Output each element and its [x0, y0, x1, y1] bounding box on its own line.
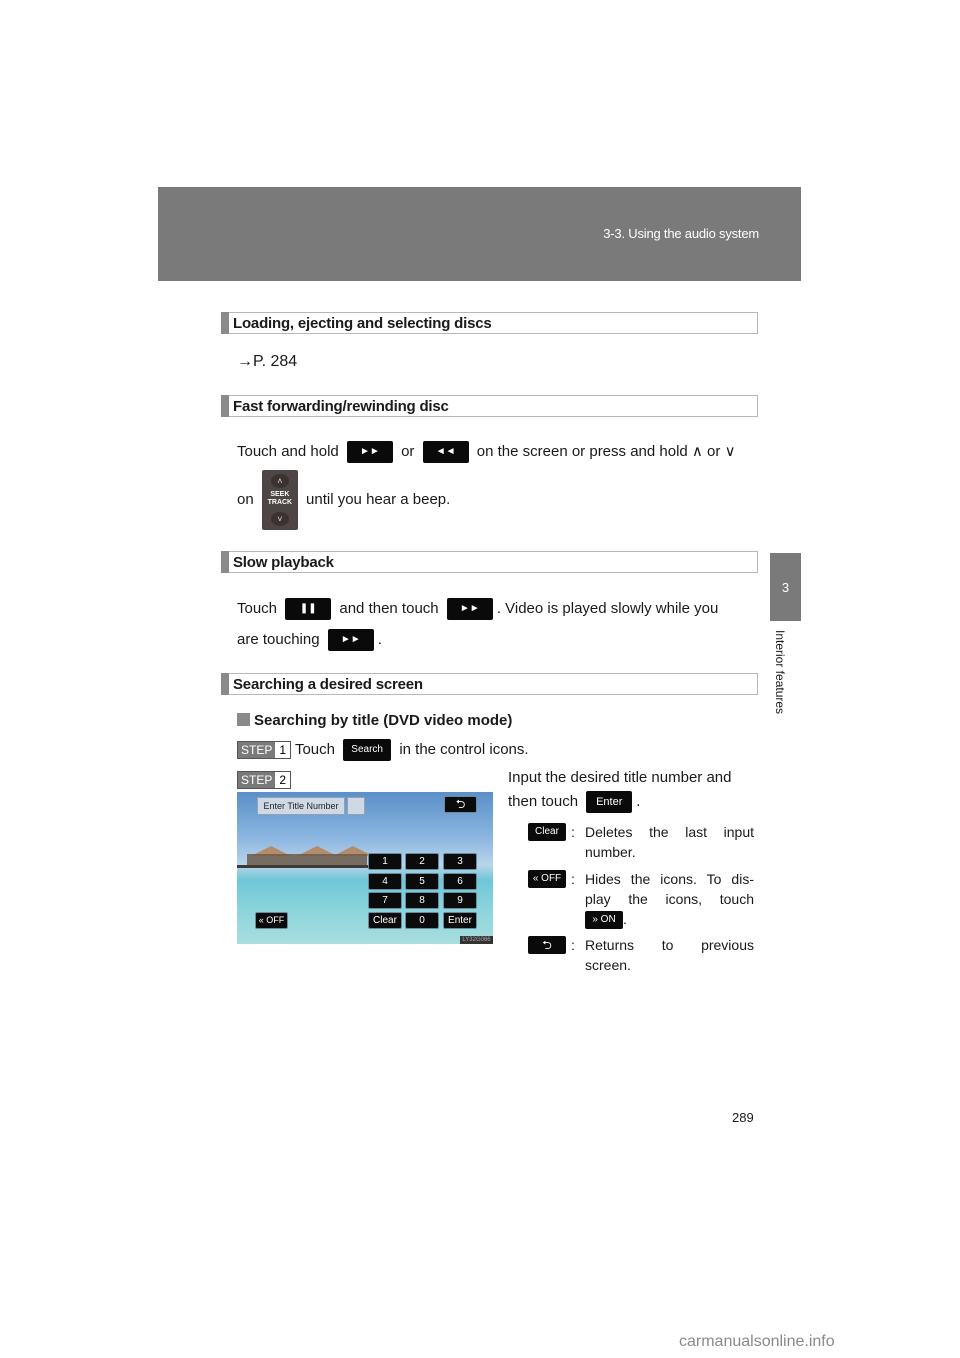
back-button-icon: ⮌	[528, 936, 566, 954]
section-heading-loading: Loading, ejecting and selecting discs	[221, 312, 758, 334]
text: on	[237, 491, 254, 508]
step2-instruction-line2: then touch Enter.	[508, 791, 640, 813]
text: Touch	[237, 599, 278, 617]
section-heading-slow-playback: Slow playback	[221, 551, 758, 573]
square-bullet-icon	[237, 713, 250, 726]
colon: :	[571, 824, 575, 840]
seek-up-icon: ˄	[270, 474, 289, 489]
title-number-input[interactable]	[347, 797, 365, 815]
key-2[interactable]: 2	[405, 853, 439, 870]
key-4[interactable]: 4	[368, 873, 402, 890]
text: are touching	[237, 630, 320, 648]
heading-bar	[221, 312, 229, 334]
legend-description: Deletes the last input number.	[585, 824, 754, 860]
fast-forward-button-icon: ►►	[446, 598, 493, 620]
step-label: STEP	[238, 772, 276, 789]
search-button-icon: Search	[343, 739, 392, 761]
on-button-icon: » ON	[585, 911, 623, 930]
enter-button-icon: Enter	[586, 791, 633, 813]
text: Touch and hold	[237, 442, 339, 460]
off-button[interactable]: « OFF	[255, 912, 288, 929]
clear-key[interactable]: Clear	[368, 912, 402, 929]
text: . Video is played slowly while you	[496, 599, 719, 617]
heading-text: Fast forwarding/rewinding disc	[233, 398, 449, 415]
legend-description: Hides the icons. To dis-play the icons, …	[585, 869, 754, 930]
step-badge: STEP 1	[237, 741, 292, 759]
key-9[interactable]: 9	[443, 892, 477, 909]
section-heading-fast-forward: Fast forwarding/rewinding disc	[221, 395, 758, 417]
key-1[interactable]: 1	[368, 853, 402, 870]
heading-bar	[221, 673, 229, 695]
key-7[interactable]: 7	[368, 892, 402, 909]
colon: :	[571, 937, 575, 953]
step1-line: STEP 1 Touch Search in the control icons.	[237, 739, 529, 761]
text: .	[623, 911, 627, 927]
subheading-search-by-title: Searching by title (DVD video mode)	[237, 712, 512, 729]
subheading-text: Searching by title (DVD video mode)	[254, 712, 513, 729]
text: or	[401, 442, 415, 460]
chapter-tab: 3	[770, 553, 801, 621]
heading-text: Slow playback	[233, 554, 334, 571]
step-number: 1	[275, 742, 291, 758]
key-8[interactable]: 8	[405, 892, 439, 909]
back-button[interactable]: ⮌	[444, 796, 477, 813]
heading-bar	[221, 395, 229, 417]
text: in the control icons.	[399, 740, 529, 758]
step-badge: STEP 2	[237, 771, 292, 790]
text: until you hear a beep.	[306, 491, 451, 508]
off-button-icon: « OFF	[528, 870, 566, 888]
text: .	[377, 630, 382, 648]
text: on the screen or press and hold ∧ or ∨	[476, 442, 736, 460]
seek-track-label: SEEK TRACK	[267, 491, 293, 507]
step-label: STEP	[238, 742, 276, 758]
key-0[interactable]: 0	[405, 912, 439, 929]
text: Hides the icons. To dis-play the icons, …	[585, 871, 754, 907]
colon: :	[571, 871, 575, 887]
heading-bar	[221, 551, 229, 573]
clear-button-icon: Clear	[528, 823, 566, 841]
fast-forward-button-icon: ►►	[327, 629, 374, 651]
ff-instruction-line2: on ˄ SEEK TRACK ˅ until you hear a beep.	[237, 470, 451, 531]
heading-text: Searching a desired screen	[233, 676, 423, 693]
key-3[interactable]: 3	[443, 853, 477, 870]
ff-instruction-line1: Touch and hold ►► or ◄◄ on the screen or…	[237, 441, 736, 463]
key-6[interactable]: 6	[443, 873, 477, 890]
page-reference-link[interactable]: →P. 284	[237, 352, 297, 372]
heading-text: Loading, ejecting and selecting discs	[233, 315, 492, 332]
chapter-label: Interior features	[773, 630, 787, 715]
text: and then touch	[339, 599, 439, 617]
key-5[interactable]: 5	[405, 873, 439, 890]
chapter-header-band: 3-3. Using the audio system	[158, 187, 801, 281]
text: then touch	[508, 792, 579, 810]
step-number: 2	[275, 772, 291, 789]
fast-forward-button-icon: ►►	[346, 441, 393, 463]
seek-down-icon: ˅	[270, 512, 289, 527]
enter-title-number-label: Enter Title Number	[257, 797, 345, 815]
section-heading-searching: Searching a desired screen	[221, 673, 758, 695]
slow-playback-line2: are touching ►►.	[237, 629, 382, 651]
step2-instruction-line1: Input the desired title number and	[508, 769, 732, 786]
text: .	[636, 792, 641, 810]
image-code: LY32G066	[460, 936, 493, 944]
watermark: carmanualsonline.info	[679, 1333, 835, 1350]
legend-description: Returns to previous screen.	[585, 937, 754, 973]
chapter-number: 3	[781, 579, 790, 595]
pause-button-icon: ❚❚	[285, 598, 332, 620]
slow-playback-line1: Touch ❚❚ and then touch ►►. Video is pla…	[237, 598, 718, 620]
title-number-entry-screen: Enter Title Number ⮌ 1 2 3 4 5 6 7 8 9 C…	[237, 792, 493, 944]
rewind-button-icon: ◄◄	[422, 441, 469, 463]
step2-badge-line: STEP 2	[237, 770, 292, 790]
section-title: 3-3. Using the audio system	[603, 226, 759, 241]
enter-key[interactable]: Enter	[443, 912, 477, 929]
text: Touch	[294, 740, 335, 758]
page-number: 289	[732, 1110, 754, 1125]
seek-track-switch-icon: ˄ SEEK TRACK ˅	[261, 470, 298, 531]
